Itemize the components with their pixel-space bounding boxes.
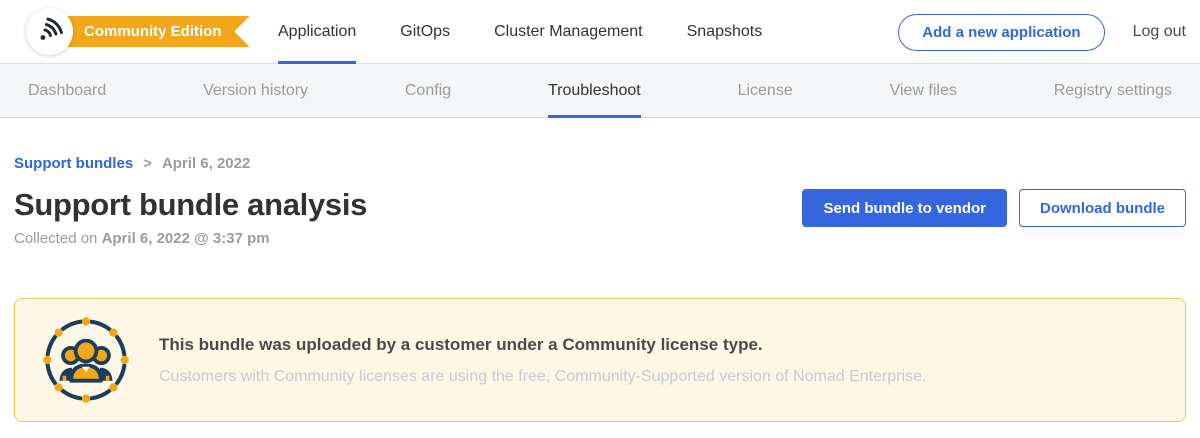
nav-snapshots[interactable]: Snapshots bbox=[687, 0, 763, 64]
replicated-logo-icon bbox=[33, 12, 67, 51]
primary-nav: Application GitOps Cluster Management Sn… bbox=[278, 0, 762, 64]
tab-version-history[interactable]: Version history bbox=[203, 64, 308, 118]
community-edition-badge: Community Edition bbox=[46, 16, 250, 47]
breadcrumb: Support bundles > April 6, 2022 bbox=[14, 155, 1186, 172]
page-title: Support bundle analysis bbox=[14, 187, 367, 223]
nav-application[interactable]: Application bbox=[278, 0, 356, 64]
tab-registry-settings[interactable]: Registry settings bbox=[1054, 64, 1172, 118]
banner-heading: This bundle was uploaded by a customer u… bbox=[159, 335, 926, 355]
tab-dashboard[interactable]: Dashboard bbox=[28, 64, 106, 118]
logout-link[interactable]: Log out bbox=[1133, 23, 1186, 41]
bundle-actions: Send bundle to vendor Download bundle bbox=[802, 187, 1186, 227]
tab-view-files[interactable]: View files bbox=[890, 64, 957, 118]
top-header: Community Edition Application GitOps Clu… bbox=[0, 0, 1200, 64]
title-row: Support bundle analysis Collected on Apr… bbox=[14, 187, 1186, 247]
community-people-icon bbox=[41, 315, 131, 405]
breadcrumb-support-bundles-link[interactable]: Support bundles bbox=[14, 155, 133, 172]
breadcrumb-current: April 6, 2022 bbox=[162, 155, 250, 172]
community-license-banner: This bundle was uploaded by a customer u… bbox=[14, 298, 1186, 422]
tab-troubleshoot[interactable]: Troubleshoot bbox=[548, 64, 641, 118]
tab-license[interactable]: License bbox=[738, 64, 793, 118]
main-content: Support bundles > April 6, 2022 Support … bbox=[0, 155, 1200, 422]
send-bundle-to-vendor-button[interactable]: Send bundle to vendor bbox=[802, 189, 1007, 227]
collected-timestamp: Collected on April 6, 2022 @ 3:37 pm bbox=[14, 230, 367, 247]
breadcrumb-separator: > bbox=[143, 155, 152, 172]
download-bundle-button[interactable]: Download bundle bbox=[1019, 189, 1186, 227]
header-actions: Add a new application Log out bbox=[898, 0, 1186, 64]
add-new-application-button[interactable]: Add a new application bbox=[898, 14, 1104, 51]
app-logo[interactable] bbox=[26, 8, 73, 55]
tab-config[interactable]: Config bbox=[405, 64, 451, 118]
banner-body: Customers with Community licenses are us… bbox=[159, 368, 926, 386]
banner-text: This bundle was uploaded by a customer u… bbox=[159, 335, 926, 386]
nav-gitops[interactable]: GitOps bbox=[400, 0, 450, 64]
collected-prefix: Collected on bbox=[14, 230, 102, 247]
collected-date: April 6, 2022 @ 3:37 pm bbox=[102, 230, 270, 247]
app-tabs-nav: Dashboard Version history Config Trouble… bbox=[0, 64, 1200, 118]
title-block: Support bundle analysis Collected on Apr… bbox=[14, 187, 367, 247]
nav-cluster-management[interactable]: Cluster Management bbox=[494, 0, 643, 64]
